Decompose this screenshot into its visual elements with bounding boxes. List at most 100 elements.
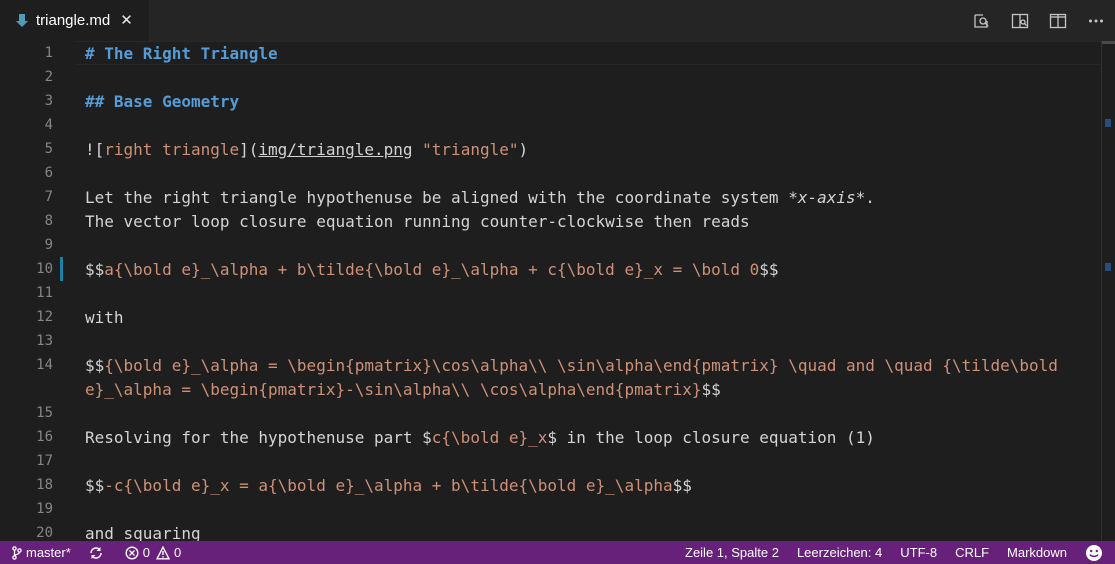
warning-icon xyxy=(156,545,171,559)
code-token: *x-axis* xyxy=(788,188,866,207)
vertical-scrollbar[interactable] xyxy=(1101,41,1115,541)
branch-status[interactable]: master* xyxy=(12,545,71,560)
encoding-status[interactable]: UTF-8 xyxy=(900,545,937,560)
error-count: 0 xyxy=(142,545,151,560)
line-text: e}_\alpha = \begin{pmatrix}-\sin\alpha\\… xyxy=(85,378,721,402)
editor-line[interactable]: 8 The vector loop closure equation runnin… xyxy=(0,209,1100,233)
code-token: right triangle xyxy=(104,140,240,159)
line-number: 12 xyxy=(36,309,53,325)
line-number: 4 xyxy=(44,117,53,133)
line-text: ## Base Geometry xyxy=(85,90,239,114)
code-token: ![ xyxy=(85,140,105,159)
line-number: 18 xyxy=(36,477,53,493)
code-token: # The Right Triangle xyxy=(85,44,278,63)
cursor-position[interactable]: Zeile 1, Spalte 2 xyxy=(685,545,779,560)
editor-line[interactable]: 14 $${\bold e}_\alpha = \begin{pmatrix}\c… xyxy=(0,353,1100,377)
branch-name: master* xyxy=(26,545,71,560)
code-token: $$ xyxy=(85,356,105,375)
code-token: e}_\alpha = \begin{pmatrix}-\sin\alpha\\… xyxy=(85,380,702,399)
open-preview-icon[interactable] xyxy=(963,0,1001,41)
editor-line[interactable]: 16 Resolving for the hypothenuse part $c{… xyxy=(0,425,1100,449)
code-token: and squaring xyxy=(85,524,201,541)
line-number: 10 xyxy=(36,261,53,277)
markdown-file-icon xyxy=(16,13,28,28)
sync-button[interactable] xyxy=(89,546,107,560)
code-token: with xyxy=(85,308,124,327)
line-number: 9 xyxy=(44,237,53,253)
editor-line[interactable]: 1 # The Right Triangle xyxy=(0,41,1100,65)
more-actions-icon[interactable] xyxy=(1077,0,1115,41)
code-token: -c{\bold e}_x = a{\bold e}_\alpha + b\ti… xyxy=(104,476,673,495)
editor-text-area[interactable]: 1 # The Right Triangle 2 3 ## Base Geometry 4… xyxy=(0,41,1115,541)
editor-line[interactable]: 10 $$a{\bold e}_\alpha + b\tilde{\bold e}… xyxy=(0,257,1100,281)
scrollbar-top-shadow xyxy=(1102,41,1115,44)
tab-triangle-md[interactable]: triangle.md ✕ xyxy=(0,0,149,41)
line-number: 6 xyxy=(44,165,53,181)
ruler-marker xyxy=(1105,119,1111,127)
close-icon[interactable]: ✕ xyxy=(120,13,133,28)
line-number: 8 xyxy=(44,213,53,229)
link-text[interactable]: img/triangle.png xyxy=(258,140,412,159)
line-text: and squaring xyxy=(85,522,201,541)
language-mode[interactable]: Markdown xyxy=(1007,545,1067,560)
preview-side-icon[interactable] xyxy=(1001,0,1039,41)
editor-line[interactable]: 15 xyxy=(0,401,1100,425)
line-number: 20 xyxy=(36,525,53,541)
code-token: ]( xyxy=(239,140,259,159)
line-number: 5 xyxy=(44,141,53,157)
indentation-status[interactable]: Leerzeichen: 4 xyxy=(797,545,882,560)
line-text: Resolving for the hypothenuse part $c{\b… xyxy=(85,426,875,450)
editor-line[interactable]: 19 xyxy=(0,497,1100,521)
editor-line[interactable]: 18 $$-c{\bold e}_x = a{\bold e}_\alpha + … xyxy=(0,473,1100,497)
editor-line[interactable]: 20 and squaring xyxy=(0,521,1100,541)
code-token: $$ xyxy=(85,476,105,495)
status-bar: master* 0 0 Zeile 1, Spalte 2 Leerzeiche… xyxy=(0,541,1115,564)
code-token: $$ xyxy=(672,476,692,495)
line-number: 16 xyxy=(36,429,53,445)
code-token: The vector loop closure equation running… xyxy=(85,212,750,231)
editor-line[interactable]: 3 ## Base Geometry xyxy=(0,89,1100,113)
problems-status[interactable]: 0 0 xyxy=(125,545,181,560)
code-token: Resolving for the hypothenuse part $ xyxy=(85,428,432,447)
code-token: c{\bold e}_x xyxy=(431,428,548,447)
git-branch-icon xyxy=(12,545,22,560)
editor-line[interactable]: 4 xyxy=(0,113,1100,137)
line-number: 19 xyxy=(36,501,53,517)
code-token: $$ xyxy=(759,260,779,279)
editor-line[interactable]: 9 xyxy=(0,233,1100,257)
line-number: 2 xyxy=(44,69,53,85)
ruler-marker xyxy=(1105,263,1111,271)
line-number: 1 xyxy=(44,45,53,61)
editor-line[interactable]: 7 Let the right triangle hypothenuse be a… xyxy=(0,185,1100,209)
line-number: 3 xyxy=(44,93,53,109)
editor-line[interactable]: 17 xyxy=(0,449,1100,473)
tab-bar: triangle.md ✕ xyxy=(0,0,1115,41)
editor-line[interactable]: 2 xyxy=(0,65,1100,89)
code-token: $ in the loop closure equation (1) xyxy=(547,428,875,447)
code-token: $$ xyxy=(701,380,721,399)
code-token: $$ xyxy=(85,260,105,279)
code-token: ) xyxy=(518,140,529,159)
modified-line-indicator xyxy=(60,257,63,281)
code-token: {\bold e}_\alpha = \begin{pmatrix}\cos\a… xyxy=(104,356,1058,375)
editor-line[interactable]: 11 xyxy=(0,281,1100,305)
line-text: # The Right Triangle xyxy=(85,42,278,66)
line-number: 7 xyxy=(44,189,53,205)
split-editor-icon[interactable] xyxy=(1039,0,1077,41)
editor-line[interactable]: 5 ![right triangle](img/triangle.png "tri… xyxy=(0,137,1100,161)
smiley-icon[interactable] xyxy=(1085,544,1107,562)
line-number: 15 xyxy=(36,405,53,421)
editor-line[interactable]: e}_\alpha = \begin{pmatrix}-\sin\alpha\\… xyxy=(0,377,1100,401)
editor-actions xyxy=(963,0,1115,41)
warning-count: 0 xyxy=(174,545,182,560)
editor-line[interactable]: 6 xyxy=(0,161,1100,185)
editor-line[interactable]: 12 with xyxy=(0,305,1100,329)
line-number: 11 xyxy=(36,285,53,301)
editor-line[interactable]: 13 xyxy=(0,329,1100,353)
line-text: The vector loop closure equation running… xyxy=(85,210,750,234)
line-text: ![right triangle](img/triangle.png "tria… xyxy=(85,138,528,162)
line-number: 13 xyxy=(36,333,53,349)
eol-status[interactable]: CRLF xyxy=(955,545,989,560)
line-text: $${\bold e}_\alpha = \begin{pmatrix}\cos… xyxy=(85,354,1058,378)
